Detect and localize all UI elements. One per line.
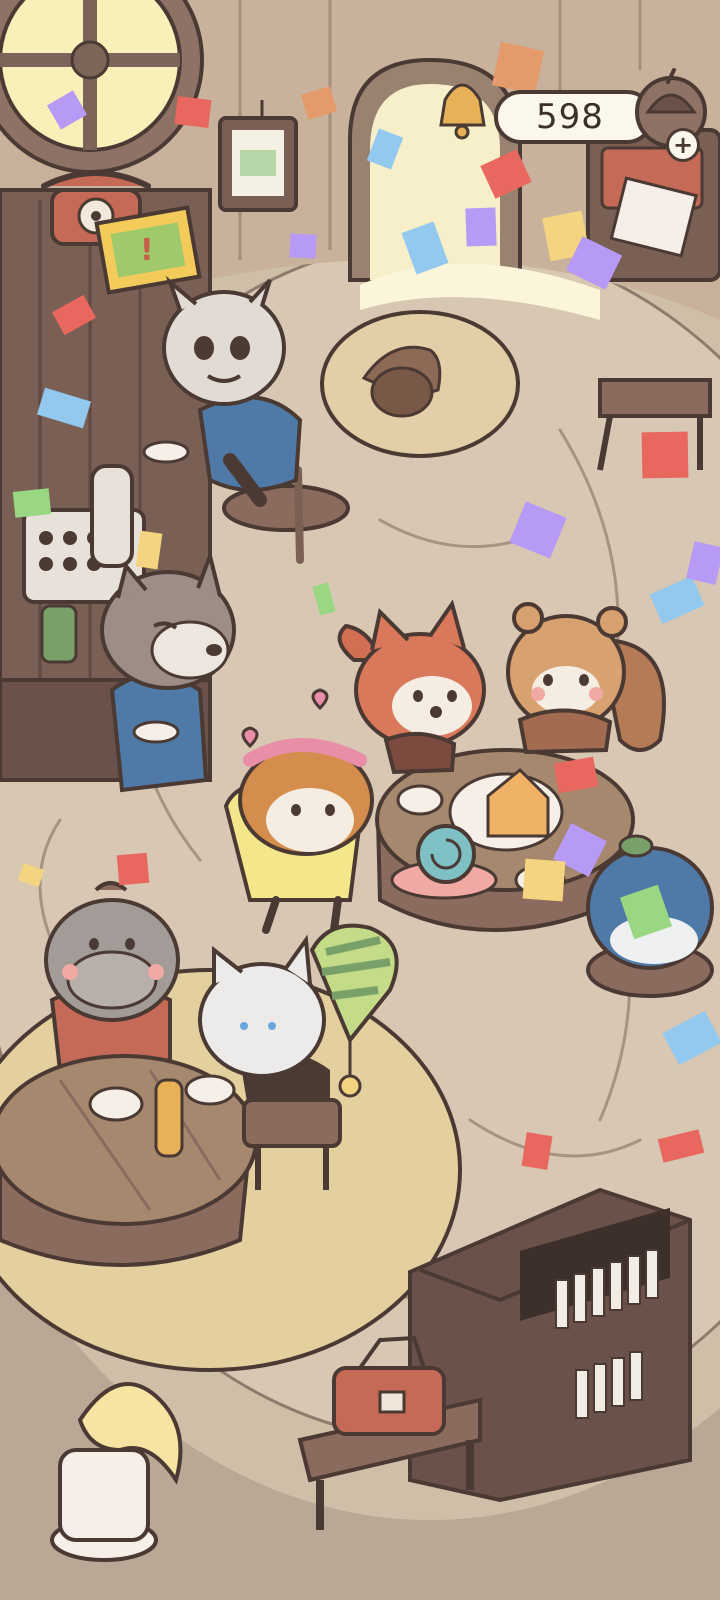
acorn-rug (320, 310, 520, 458)
confetti-piece (116, 852, 150, 886)
add-coin-button[interactable]: + (666, 128, 700, 162)
cafe-scene[interactable]: ! (0, 0, 720, 1600)
plus-icon: + (672, 131, 694, 159)
game-screen: ! 598 + (0, 0, 720, 1600)
confetti-piece (289, 233, 317, 259)
svg-text:!: ! (140, 233, 154, 268)
poster: ! (94, 205, 202, 295)
confetti-piece (491, 41, 545, 95)
confetti-piece (522, 858, 566, 902)
round-table-left[interactable] (0, 1054, 258, 1267)
coin-count: 598 (536, 97, 604, 137)
framed-picture (218, 100, 298, 212)
confetti-piece (641, 431, 689, 479)
confetti-piece (521, 1132, 553, 1170)
confetti-piece (12, 488, 52, 518)
confetti-piece (465, 207, 497, 247)
confetti-piece (174, 96, 212, 128)
